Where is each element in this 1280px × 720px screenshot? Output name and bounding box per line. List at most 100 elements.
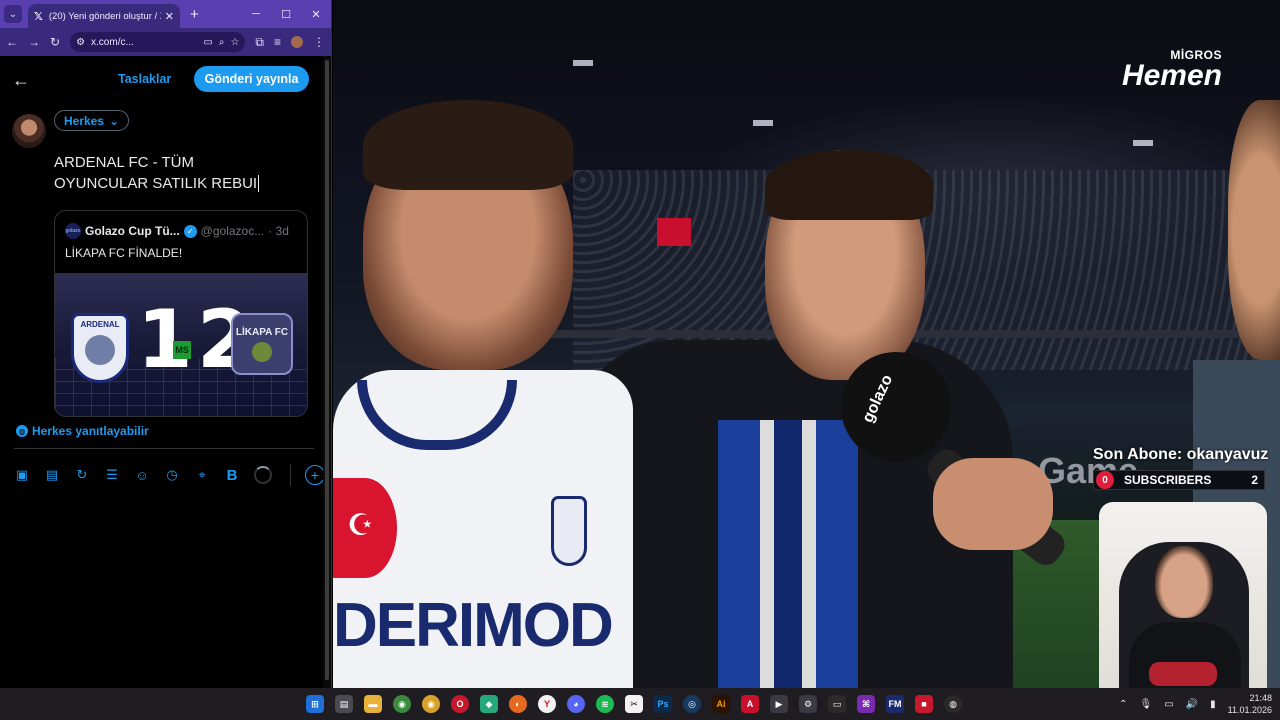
maximize-icon[interactable]: ☐	[271, 8, 301, 21]
team-scarf	[718, 420, 858, 688]
scrollbar-thumb[interactable]	[325, 60, 329, 680]
display-icon[interactable]: ▭	[1164, 699, 1173, 710]
site-info-icon[interactable]: ⚙	[76, 37, 85, 48]
obs-icon[interactable]: ◍	[944, 695, 962, 713]
fm-icon[interactable]: FM	[886, 695, 904, 713]
chrome-icon[interactable]: ◉	[393, 695, 411, 713]
folder-icon[interactable]: ▬	[364, 695, 382, 713]
post-text-line: ARDENAL FC - TÜM	[54, 154, 195, 171]
browser-tab[interactable]: 𝕏 (20) Yeni gönderi oluştur / X ✕	[28, 4, 180, 28]
post-text-input[interactable]: ARDENAL FC - TÜM OYUNCULAR SATILIK REBUI	[54, 152, 314, 194]
add-post-icon[interactable]: +	[305, 465, 325, 485]
tab-search-icon[interactable]: ⌄	[4, 5, 22, 23]
reply-setting-label: Herkes yanıtlayabilir	[32, 424, 149, 438]
grok-icon[interactable]: ↻	[74, 467, 90, 483]
tab-close-icon[interactable]: ✕	[165, 10, 174, 23]
reply-setting[interactable]: ◍ Herkes yanıtlayabilir	[16, 424, 149, 438]
schedule-icon[interactable]: ◷	[164, 467, 180, 483]
subscriber-label: SUBSCRIBERS	[1124, 473, 1212, 487]
camera-icon[interactable]: ▶	[770, 695, 788, 713]
jersey-sponsor: DERIMOD	[333, 591, 614, 660]
cmd-icon[interactable]: ▭	[828, 695, 846, 713]
page-scrollbar[interactable]	[323, 56, 331, 688]
clock-time: 21:48	[1249, 693, 1272, 703]
compose-page: ← Taslaklar Gönderi yayınla Herkes ⌄ ARD…	[0, 56, 331, 688]
quoted-post[interactable]: golazo Golazo Cup Tü... ✓ @golazoc... · …	[54, 210, 308, 417]
zoom-icon[interactable]: ⌕	[219, 37, 225, 48]
volume-icon[interactable]: 🔊	[1186, 699, 1198, 710]
subscriber-count: 0	[1096, 471, 1114, 489]
ardenal-crest: ARDENAL	[71, 313, 129, 383]
right-person-head	[1228, 100, 1280, 360]
menu-kebab-icon[interactable]: ⋮	[313, 35, 325, 49]
windows-start-icon[interactable]: ⊞	[306, 695, 324, 713]
gif-icon[interactable]: ▤	[44, 467, 60, 483]
taskbar: ⊞ ▤ ▬ ◉ ◉ O ◆ ◐ Y ◕ ≋ ✂ Ps ◎ Ai A ▶ ⚙ ▭ …	[0, 688, 1280, 720]
window-controls: ─ ☐ ✕	[241, 8, 331, 21]
opera-icon[interactable]: O	[451, 695, 469, 713]
club-badge	[551, 496, 587, 566]
chrome-2-icon[interactable]: ◉	[422, 695, 440, 713]
discord-icon[interactable]: ◕	[567, 695, 585, 713]
illustrator-icon[interactable]: Ai	[712, 695, 730, 713]
video-icon[interactable]: ■	[915, 695, 933, 713]
capcut-icon[interactable]: ✂	[625, 695, 643, 713]
screen: ⌄ 𝕏 (20) Yeni gönderi oluştur / X ✕ + ─ …	[0, 0, 1280, 720]
reading-list-icon[interactable]: ≡	[274, 35, 281, 49]
microphone-tray-icon[interactable]: 🎙	[1139, 699, 1152, 710]
back-arrow-icon[interactable]: ←	[12, 70, 30, 91]
settings-icon[interactable]: ⚙	[799, 695, 817, 713]
url-text: x.com/c...	[91, 36, 134, 48]
streamer-head	[1155, 546, 1213, 618]
minimize-icon[interactable]: ─	[241, 8, 271, 21]
quoted-post-text: LİKAPA FC FİNALDE!	[65, 246, 183, 260]
ceiling-light	[753, 120, 773, 126]
location-icon[interactable]: ⌖	[194, 467, 210, 483]
forward-icon[interactable]: →	[28, 35, 40, 49]
back-icon[interactable]: ←	[6, 35, 18, 49]
tab-bar: ⌄ 𝕏 (20) Yeni gönderi oluştur / X ✕ + ─ …	[0, 0, 331, 28]
streamer-webcam	[1099, 502, 1267, 688]
quoted-author-name: Golazo Cup Tü...	[85, 224, 180, 238]
player-hair	[363, 100, 573, 190]
last-subscriber: Son Abone: okanyavuz	[1093, 446, 1269, 463]
x-logo-icon: 𝕏	[34, 10, 43, 23]
chevron-up-icon[interactable]: ⌃	[1119, 699, 1127, 710]
quoted-post-image[interactable]: ARDENAL 1 MS 2 LİKAPA FC	[55, 273, 307, 416]
bold-icon[interactable]: B	[224, 467, 240, 484]
cast-icon[interactable]: ▭	[203, 37, 212, 48]
taskbar-apps: ⊞ ▤ ▬ ◉ ◉ O ◆ ◐ Y ◕ ≋ ✂ Ps ◎ Ai A ▶ ⚙ ▭ …	[306, 688, 962, 720]
bookmark-star-icon[interactable]: ☆	[230, 37, 239, 48]
subscriber-goal: 2	[1251, 473, 1258, 487]
address-bar[interactable]: ⚙ x.com/c... ▭ ⌕ ☆	[70, 32, 246, 52]
clock[interactable]: 21:48 11.01.2026	[1228, 692, 1272, 716]
reload-icon[interactable]: ↻	[50, 35, 60, 49]
profile-avatar-icon[interactable]	[291, 36, 303, 48]
system-tray: ⌃ 🎙 ▭ 🔊 ▮ 21:48 11.01.2026	[1119, 688, 1272, 720]
app-purple-icon[interactable]: ⌘	[857, 695, 875, 713]
close-window-icon[interactable]: ✕	[301, 8, 331, 21]
hand	[933, 458, 1053, 550]
user-avatar[interactable]	[12, 114, 46, 148]
files-icon[interactable]: ▤	[335, 695, 353, 713]
spotify-icon[interactable]: ≋	[596, 695, 614, 713]
photoshop-icon[interactable]: Ps	[654, 695, 672, 713]
acrobat-icon[interactable]: A	[741, 695, 759, 713]
extensions-icon[interactable]: ⧉	[255, 35, 264, 50]
new-tab-button[interactable]: +	[190, 6, 199, 23]
battery-icon[interactable]: ▮	[1210, 699, 1216, 710]
yandex-icon[interactable]: Y	[538, 695, 556, 713]
audience-label: Herkes	[64, 113, 105, 128]
image-icon[interactable]: ▣	[14, 467, 30, 483]
poll-icon[interactable]: ☰	[104, 467, 120, 483]
audience-selector[interactable]: Herkes ⌄	[54, 110, 130, 131]
firefox-icon[interactable]: ◐	[509, 695, 527, 713]
steam-icon[interactable]: ◎	[683, 695, 701, 713]
emoji-icon[interactable]: ☺	[134, 468, 150, 483]
divider	[14, 448, 314, 449]
crest-right-text: LİKAPA FC	[235, 326, 289, 338]
app-green-icon[interactable]: ◆	[480, 695, 498, 713]
post-button[interactable]: Gönderi yayınla	[194, 66, 309, 92]
compose-toolbar: ▣ ▤ ↻ ☰ ☺ ◷ ⌖ B +	[14, 464, 325, 486]
drafts-link[interactable]: Taslaklar	[118, 72, 171, 86]
